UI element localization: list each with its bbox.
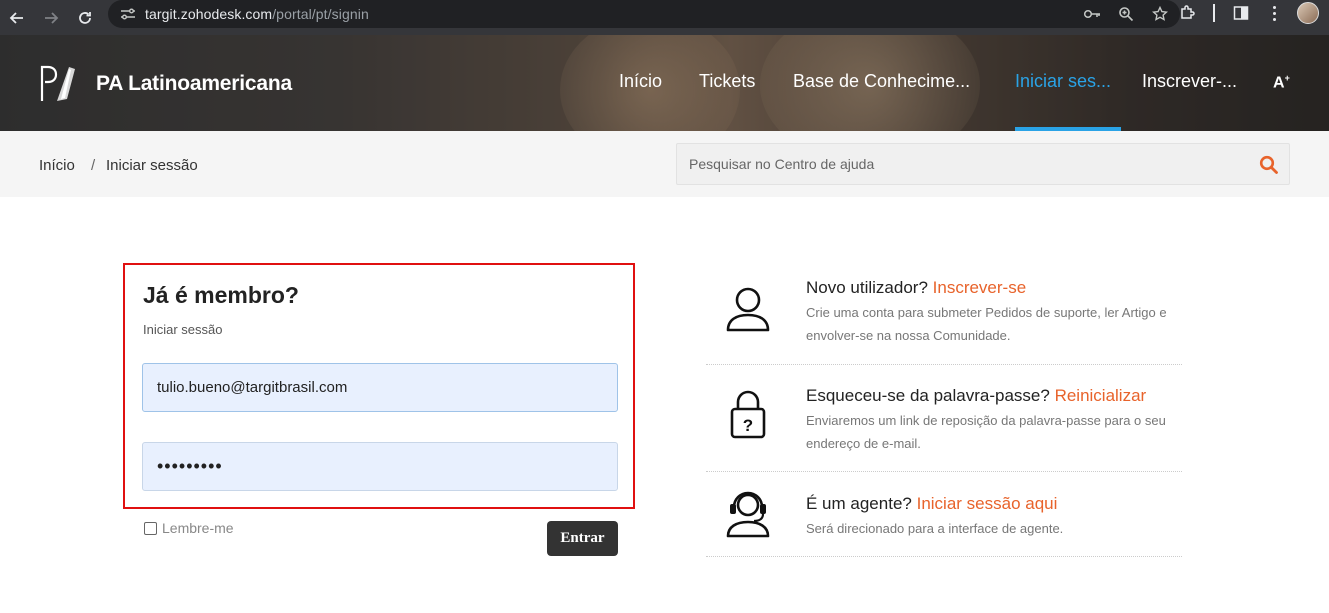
- signup-link[interactable]: Inscrever-se: [933, 278, 1027, 297]
- search-input[interactable]: [689, 144, 1249, 184]
- remember-me-checkbox[interactable]: [144, 521, 157, 535]
- option-agent-description: Será direcionado para a interface de age…: [806, 521, 1064, 536]
- back-icon[interactable]: [0, 5, 34, 31]
- option-agent: É um agente? Iniciar sessão aqui Será di…: [706, 472, 1182, 557]
- font-size-letter: A: [1273, 74, 1285, 92]
- font-size-icon[interactable]: A+: [1273, 73, 1290, 92]
- breadcrumb-current: Iniciar sessão: [106, 157, 198, 174]
- option-forgot-password-question: Esqueceu-se da palavra-passe?: [806, 386, 1050, 405]
- search-icon[interactable]: [1259, 155, 1279, 175]
- nav-item-signin[interactable]: Iniciar ses...: [1015, 71, 1111, 92]
- option-agent-question: É um agente?: [806, 494, 912, 513]
- extensions-icon[interactable]: [1177, 3, 1197, 23]
- portal-header: PA Latinoamericana Início Tickets Base d…: [0, 35, 1329, 131]
- password-field[interactable]: [142, 442, 618, 491]
- zoom-icon[interactable]: [1116, 4, 1136, 24]
- remember-me[interactable]: Lembre-me: [144, 520, 234, 536]
- nav-item-signup[interactable]: Inscrever-...: [1142, 71, 1237, 92]
- browser-toolbar: targit.zohodesk.com/portal/pt/signin: [0, 0, 1329, 35]
- side-panel-icon[interactable]: [1231, 3, 1251, 23]
- agent-signin-link[interactable]: Iniciar sessão aqui: [917, 494, 1058, 513]
- brand-logo-icon[interactable]: [39, 65, 79, 103]
- option-new-user-heading: Novo utilizador? Inscrever-se: [806, 278, 1026, 298]
- lock-question-icon: ?: [730, 390, 766, 439]
- svg-text:?: ?: [743, 416, 753, 435]
- url-path: /portal/pt/signin: [272, 6, 369, 22]
- password-key-icon[interactable]: [1082, 4, 1102, 24]
- option-forgot-password-heading: Esqueceu-se da palavra-passe? Reiniciali…: [806, 386, 1146, 406]
- brand-name[interactable]: PA Latinoamericana: [96, 72, 292, 96]
- option-forgot-password: ? Esqueceu-se da palavra-passe? Reinicia…: [706, 365, 1182, 472]
- signin-subtitle: Iniciar sessão: [143, 322, 223, 337]
- nav-item-knowledge-base[interactable]: Base de Conhecime...: [793, 71, 970, 92]
- option-new-user-description: Crie uma conta para submeter Pedidos de …: [806, 305, 1167, 343]
- option-agent-heading: É um agente? Iniciar sessão aqui: [806, 494, 1057, 514]
- address-bar[interactable]: targit.zohodesk.com/portal/pt/signin: [108, 0, 1180, 28]
- toolbar-divider: [1213, 4, 1215, 22]
- bookmark-star-icon[interactable]: [1150, 4, 1170, 24]
- option-new-user: Novo utilizador? Inscrever-se Crie uma c…: [706, 270, 1182, 365]
- remember-me-label: Lembre-me: [162, 520, 234, 536]
- reset-password-link[interactable]: Reinicializar: [1055, 386, 1147, 405]
- signin-submit-button[interactable]: Entrar: [547, 521, 618, 556]
- url-text: targit.zohodesk.com/portal/pt/signin: [145, 6, 369, 22]
- profile-avatar[interactable]: [1297, 2, 1319, 24]
- email-field[interactable]: [142, 363, 618, 412]
- signin-form-highlight: Já é membro? Iniciar sessão: [123, 263, 635, 509]
- reload-icon[interactable]: [68, 5, 102, 31]
- signin-title: Já é membro?: [143, 282, 299, 308]
- site-settings-icon[interactable]: [118, 4, 138, 24]
- option-new-user-question: Novo utilizador?: [806, 278, 928, 297]
- nav-item-tickets[interactable]: Tickets: [699, 71, 755, 92]
- option-forgot-password-description: Enviaremos um link de reposição da palav…: [806, 413, 1166, 451]
- menu-dots-icon[interactable]: [1267, 4, 1281, 22]
- help-center-search: [676, 143, 1290, 185]
- breadcrumb-separator: /: [91, 157, 96, 174]
- url-host: targit.zohodesk.com: [145, 6, 273, 22]
- forward-icon[interactable]: [34, 5, 68, 31]
- nav-item-inicio[interactable]: Início: [619, 71, 662, 92]
- agent-headset-icon: [726, 491, 770, 538]
- breadcrumb-home[interactable]: Início: [39, 157, 75, 174]
- user-icon: [726, 287, 770, 332]
- breadcrumb-bar: Início / Iniciar sessão: [0, 131, 1329, 197]
